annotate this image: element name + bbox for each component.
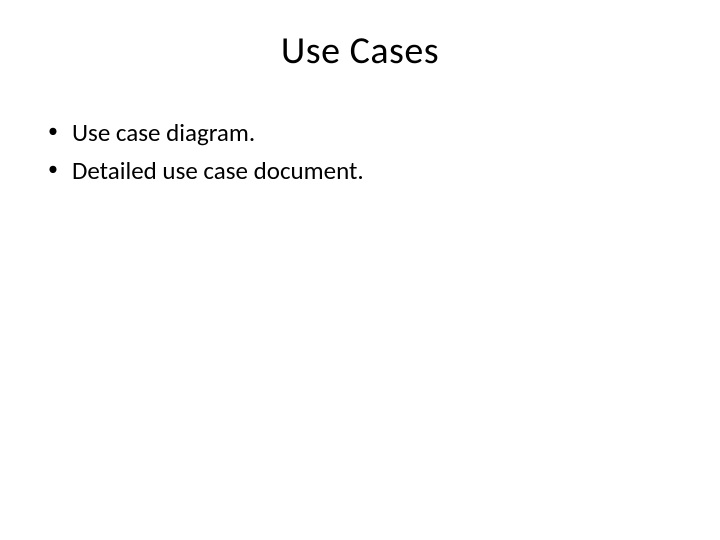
slide-title: Use Cases [40,28,680,74]
slide: Use Cases • Use case diagram. • Detailed… [0,0,720,540]
bullet-text: Detailed use case document. [72,154,680,188]
bullet-text: Use case diagram. [72,116,680,150]
bullet-icon: • [48,116,72,146]
bullet-list: • Use case diagram. • Detailed use case … [40,116,680,188]
list-item: • Use case diagram. [48,116,680,150]
bullet-icon: • [48,154,72,184]
list-item: • Detailed use case document. [48,154,680,188]
